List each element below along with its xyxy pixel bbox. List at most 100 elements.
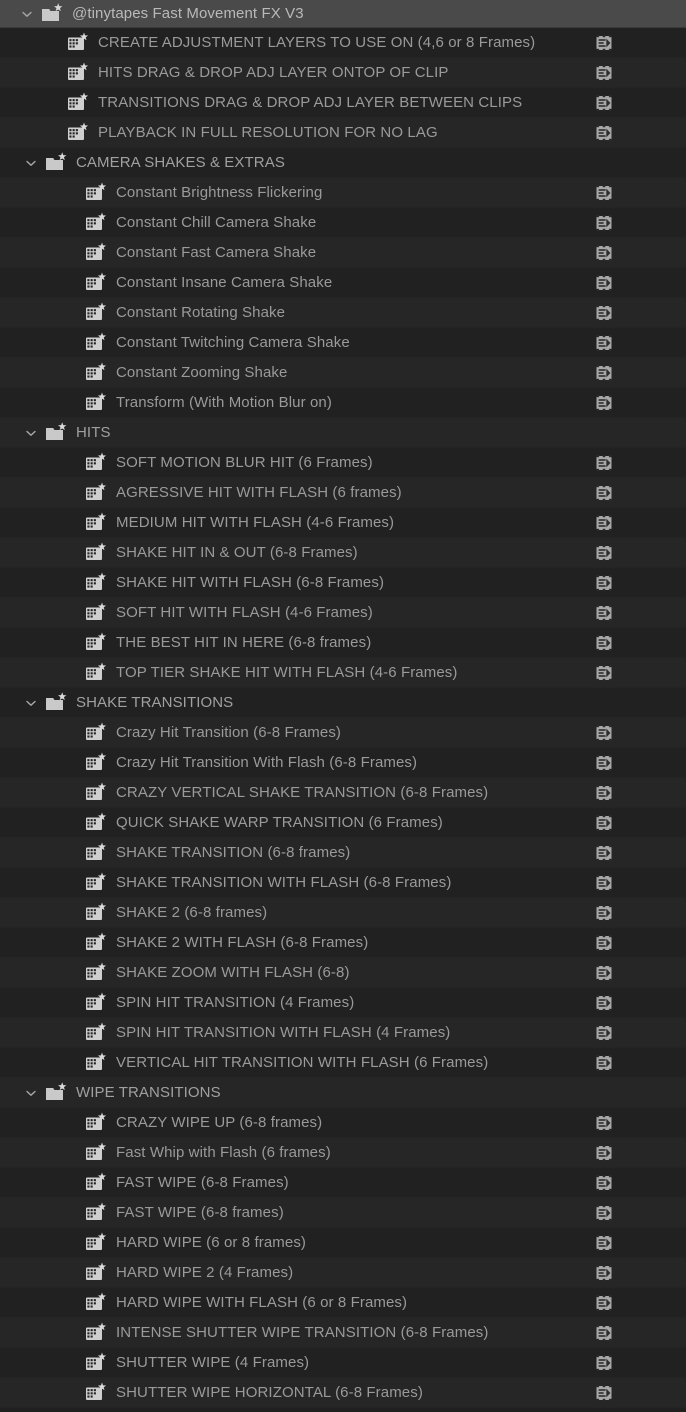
clip-row[interactable]: FAST WIPE (6-8 frames) (0, 1198, 686, 1228)
speed-badge-icon[interactable] (593, 932, 615, 954)
chevron-down-icon[interactable] (22, 424, 40, 442)
speed-badge-icon[interactable] (593, 992, 615, 1014)
clip-row[interactable]: Crazy Hit Transition With Flash (6-8 Fra… (0, 748, 686, 778)
item-label: SHAKE TRANSITION (6-8 frames) (116, 844, 351, 861)
speed-badge-icon[interactable] (593, 62, 615, 84)
clip-row[interactable]: SPIN HIT TRANSITION WITH FLASH (4 Frames… (0, 1018, 686, 1048)
clip-row[interactable]: Constant Insane Camera Shake (0, 268, 686, 298)
clip-row[interactable]: FAST WIPE (6-8 Frames) (0, 1168, 686, 1198)
speed-badge-icon[interactable] (593, 872, 615, 894)
speed-badge-icon[interactable] (593, 272, 615, 294)
speed-badge-icon[interactable] (593, 182, 615, 204)
clip-row[interactable]: SHAKE 2 WITH FLASH (6-8 Frames) (0, 928, 686, 958)
speed-badge-icon[interactable] (593, 482, 615, 504)
speed-badge-icon[interactable] (593, 842, 615, 864)
speed-badge-icon[interactable] (593, 1292, 615, 1314)
speed-badge-icon[interactable] (593, 602, 615, 624)
speed-badge-icon[interactable] (593, 1232, 615, 1254)
clip-row[interactable]: AGRESSIVE HIT WITH FLASH (6 frames) (0, 478, 686, 508)
clip-row[interactable]: SHAKE HIT IN & OUT (6-8 Frames) (0, 538, 686, 568)
speed-badge-icon[interactable] (593, 1202, 615, 1224)
speed-badge-icon[interactable] (593, 32, 615, 54)
speed-badge-icon[interactable] (593, 122, 615, 144)
clip-row[interactable]: Transform (With Motion Blur on) (0, 388, 686, 418)
speed-badge-icon[interactable] (593, 542, 615, 564)
chevron-down-icon[interactable] (18, 5, 36, 23)
speed-badge-icon[interactable] (593, 1142, 615, 1164)
speed-badge-icon[interactable] (593, 392, 615, 414)
speed-badge-icon[interactable] (593, 332, 615, 354)
clip-row[interactable]: SPIN HIT TRANSITION (4 Frames) (0, 988, 686, 1018)
speed-badge-icon[interactable] (593, 92, 615, 114)
clip-row[interactable]: INTENSE SHUTTER WIPE TRANSITION (6-8 Fra… (0, 1318, 686, 1348)
speed-badge-icon[interactable] (593, 1382, 615, 1404)
speed-badge-icon[interactable] (593, 242, 615, 264)
speed-badge-icon[interactable] (593, 302, 615, 324)
item-label: SHAKE HIT WITH FLASH (6-8 Frames) (116, 574, 385, 591)
clip-row[interactable]: TOP TIER SHAKE HIT WITH FLASH (4-6 Frame… (0, 658, 686, 688)
folder-row[interactable]: WIPE TRANSITIONS (0, 1078, 686, 1108)
clip-row[interactable]: Fast Whip with Flash (6 frames) (0, 1138, 686, 1168)
clip-row[interactable]: Constant Chill Camera Shake (0, 208, 686, 238)
speed-badge-icon[interactable] (593, 1112, 615, 1134)
speed-badge-icon[interactable] (593, 962, 615, 984)
clip-row[interactable]: TRANSITIONS DRAG & DROP ADJ LAYER BETWEE… (0, 88, 686, 118)
clip-row[interactable]: SHAKE TRANSITION WITH FLASH (6-8 Frames) (0, 868, 686, 898)
clip-row[interactable]: SHAKE HIT WITH FLASH (6-8 Frames) (0, 568, 686, 598)
clip-row[interactable]: Constant Brightness Flickering (0, 178, 686, 208)
speed-badge-icon[interactable] (593, 1052, 615, 1074)
folder-row[interactable]: HITS (0, 418, 686, 448)
clip-row[interactable]: SHAKE TRANSITION (6-8 frames) (0, 838, 686, 868)
speed-badge-icon[interactable] (593, 662, 615, 684)
clip-row[interactable]: SOFT HIT WITH FLASH (4-6 Frames) (0, 598, 686, 628)
clip-row[interactable]: HITS DRAG & DROP ADJ LAYER ONTOP OF CLIP (0, 58, 686, 88)
speed-badge-icon[interactable] (593, 632, 615, 654)
speed-badge-icon[interactable] (593, 1172, 615, 1194)
clip-row[interactable]: CREATE ADJUSTMENT LAYERS TO USE ON (4,6 … (0, 28, 686, 58)
clip-row[interactable]: SHUTTER WIPE (4 Frames) (0, 1348, 686, 1378)
chevron-down-icon[interactable] (22, 1084, 40, 1102)
speed-badge-icon[interactable] (593, 212, 615, 234)
clip-star-icon (84, 1232, 108, 1254)
clip-row[interactable]: SHAKE ZOOM WITH FLASH (6-8) (0, 958, 686, 988)
clip-row[interactable]: MEDIUM HIT WITH FLASH (4-6 Frames) (0, 508, 686, 538)
speed-badge-icon[interactable] (593, 902, 615, 924)
speed-badge-icon[interactable] (593, 362, 615, 384)
clip-star-icon (84, 1202, 108, 1224)
speed-badge-icon[interactable] (593, 1352, 615, 1374)
clip-row[interactable]: SHUTTER WIPE HORIZONTAL (6-8 Frames) (0, 1378, 686, 1408)
speed-badge-icon[interactable] (593, 722, 615, 744)
speed-badge-icon[interactable] (593, 452, 615, 474)
speed-badge-icon[interactable] (593, 752, 615, 774)
clip-row[interactable]: Constant Zooming Shake (0, 358, 686, 388)
clip-row[interactable]: Constant Rotating Shake (0, 298, 686, 328)
chevron-down-icon[interactable] (22, 694, 40, 712)
clip-row[interactable]: CRAZY WIPE UP (6-8 frames) (0, 1108, 686, 1138)
bin-header-row[interactable]: @tinytapes Fast Movement FX V3 (0, 0, 686, 28)
speed-badge-icon[interactable] (593, 1322, 615, 1344)
chevron-down-icon[interactable] (22, 154, 40, 172)
clip-row[interactable]: SOFT MOTION BLUR HIT (6 Frames) (0, 448, 686, 478)
clip-row[interactable]: HARD WIPE 2 (4 Frames) (0, 1258, 686, 1288)
speed-badge-icon[interactable] (593, 1262, 615, 1284)
speed-badge-icon[interactable] (593, 782, 615, 804)
clip-row[interactable]: Constant Twitching Camera Shake (0, 328, 686, 358)
folder-row[interactable]: SHAKE TRANSITIONS (0, 688, 686, 718)
clip-row[interactable]: VERTICAL HIT TRANSITION WITH FLASH (6 Fr… (0, 1048, 686, 1078)
clip-row[interactable]: PLAYBACK IN FULL RESOLUTION FOR NO LAG (0, 118, 686, 148)
clip-row[interactable]: HARD WIPE WITH FLASH (6 or 8 Frames) (0, 1288, 686, 1318)
clip-row[interactable]: THE BEST HIT IN HERE (6-8 frames) (0, 628, 686, 658)
clip-row[interactable]: QUICK SHAKE WARP TRANSITION (6 Frames) (0, 808, 686, 838)
clip-row[interactable]: Constant Fast Camera Shake (0, 238, 686, 268)
item-label: TRANSITIONS DRAG & DROP ADJ LAYER BETWEE… (98, 94, 523, 111)
speed-badge-icon[interactable] (593, 812, 615, 834)
speed-badge-icon[interactable] (593, 572, 615, 594)
clip-star-icon (84, 242, 108, 264)
clip-row[interactable]: HARD WIPE (6 or 8 frames) (0, 1228, 686, 1258)
clip-row[interactable]: CRAZY VERTICAL SHAKE TRANSITION (6-8 Fra… (0, 778, 686, 808)
speed-badge-icon[interactable] (593, 512, 615, 534)
speed-badge-icon[interactable] (593, 1022, 615, 1044)
folder-row[interactable]: CAMERA SHAKES & EXTRAS (0, 148, 686, 178)
clip-row[interactable]: Crazy Hit Transition (6-8 Frames) (0, 718, 686, 748)
clip-row[interactable]: SHAKE 2 (6-8 frames) (0, 898, 686, 928)
